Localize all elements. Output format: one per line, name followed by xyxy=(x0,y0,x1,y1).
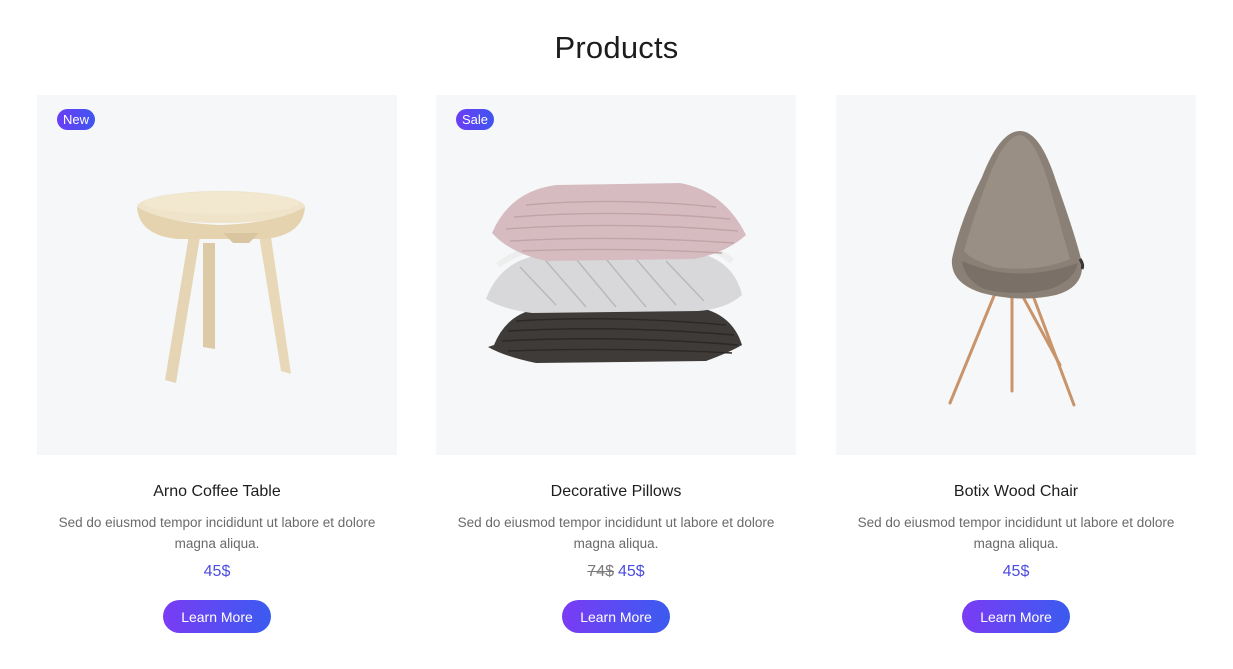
product-title[interactable]: Botix Wood Chair xyxy=(836,483,1196,501)
price-row: 74$ 45$ xyxy=(436,563,796,581)
product-price: 45$ xyxy=(203,563,231,580)
product-price: 45$ xyxy=(1002,563,1030,580)
badge-new: New xyxy=(57,109,96,130)
learn-more-button[interactable]: Learn More xyxy=(163,600,271,633)
product-image-frame[interactable]: Sale xyxy=(436,95,796,455)
product-description: Sed do eiusmod tempor incididunt ut labo… xyxy=(457,515,775,551)
round-side-table-image xyxy=(137,191,305,383)
product-description: Sed do eiusmod tempor incididunt ut labo… xyxy=(857,515,1175,551)
product-description: Sed do eiusmod tempor incididunt ut labo… xyxy=(58,515,376,551)
badge-sale: Sale xyxy=(456,109,495,130)
product-title[interactable]: Decorative Pillows xyxy=(436,483,796,501)
drop-chair-image xyxy=(948,131,1085,407)
learn-more-button[interactable]: Learn More xyxy=(562,600,670,633)
product-title[interactable]: Arno Coffee Table xyxy=(37,483,397,501)
price-row: 45$ xyxy=(836,563,1196,581)
product-image-frame[interactable] xyxy=(836,95,1196,455)
product-price: 45$ xyxy=(618,563,645,580)
section-title: Products xyxy=(554,30,679,65)
products-page: Products New Arno Coffee Table Sed do ei… xyxy=(0,0,1233,669)
product-old-price: 74$ xyxy=(587,563,614,580)
product-card: Botix Wood Chair Sed do eiusmod tempor i… xyxy=(836,95,1196,655)
learn-more-button[interactable]: Learn More xyxy=(962,600,1070,633)
product-card: Sale Decorative Pillows Sed do eiusmod t… xyxy=(436,95,796,655)
stacked-pillows-image xyxy=(486,183,746,363)
price-row: 45$ xyxy=(37,563,397,581)
product-image-frame[interactable]: New xyxy=(37,95,397,455)
product-card: New Arno Coffee Table Sed do eiusmod tem… xyxy=(37,95,397,655)
